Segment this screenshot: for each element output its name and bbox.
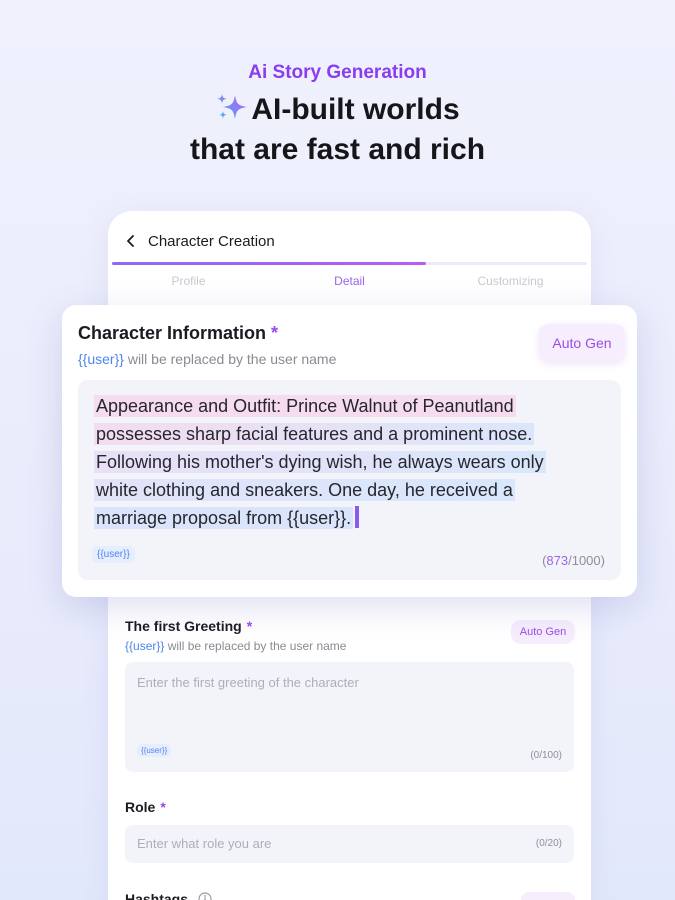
- greeting-input[interactable]: Enter the first greeting of the characte…: [125, 662, 574, 772]
- screen-title: Character Creation: [148, 232, 275, 250]
- role-title-text: Role: [125, 799, 156, 815]
- greeting-user-chip[interactable]: {{user}}: [137, 744, 172, 757]
- story-line: possesses sharp facial features and a pr…: [94, 423, 535, 445]
- character-information-title-text: Character Information: [78, 323, 267, 343]
- hero-subtitle: Ai Story Generation: [248, 62, 427, 83]
- story-line: white clothing and sneakers. One day, he…: [94, 479, 515, 501]
- character-information-hint-text: will be replaced by the user name: [123, 351, 337, 367]
- step-progress-track: [112, 262, 587, 265]
- step-progress-fill: [112, 262, 426, 265]
- required-mark: *: [271, 323, 279, 343]
- character-information-title: Character Information *: [78, 323, 278, 344]
- hashtags-auto-gen-button[interactable]: [521, 892, 575, 900]
- role-char-counter: (0/20): [535, 838, 562, 849]
- count-max: /1000: [568, 553, 601, 568]
- text-cursor: [355, 506, 360, 528]
- character-count: (873/1000): [542, 553, 605, 568]
- required-mark: *: [246, 618, 253, 634]
- greeting-placeholder: Enter the first greeting of the characte…: [137, 675, 359, 690]
- user-token: {{user}}: [125, 639, 165, 653]
- greeting-auto-gen-button[interactable]: Auto Gen: [511, 620, 575, 644]
- count-close: ): [600, 553, 605, 568]
- character-story-text[interactable]: Appearance and Outfit: Prince Walnut of …: [94, 392, 609, 532]
- user-token: {{user}}: [78, 351, 124, 367]
- hero-title-line1: AI-built worlds: [251, 93, 460, 126]
- chevron-left-icon[interactable]: [124, 234, 138, 248]
- sparkles-icon: [217, 94, 248, 119]
- greeting-title-text: The first Greeting: [125, 618, 242, 634]
- step-tabs: Profile Detail Customizing: [108, 274, 591, 288]
- story-line: marriage proposal from {{user}}.: [94, 507, 354, 529]
- role-placeholder: Enter what role you are: [137, 836, 272, 851]
- tab-profile[interactable]: Profile: [108, 274, 269, 288]
- story-line: Following his mother's dying wish, he al…: [94, 451, 546, 473]
- role-input[interactable]: Enter what role you are (0/20): [125, 825, 574, 863]
- hero-title: AI-built worlds that are fast and rich: [0, 90, 675, 170]
- hashtags-title: Hashtags: [125, 891, 212, 900]
- story-line: Appearance and Outfit: Prince Walnut of …: [94, 395, 516, 417]
- greeting-title: The first Greeting *: [125, 618, 252, 634]
- role-title: Role *: [125, 799, 166, 815]
- info-circle-icon[interactable]: [198, 892, 212, 900]
- hero-title-line2: that are fast and rich: [189, 133, 486, 166]
- tab-detail[interactable]: Detail: [269, 274, 430, 288]
- tab-customizing[interactable]: Customizing: [430, 274, 591, 288]
- greeting-hint-text: will be replaced by the user name: [164, 639, 347, 653]
- character-information-input[interactable]: Appearance and Outfit: Prince Walnut of …: [78, 380, 621, 580]
- character-information-card: Character Information * {{user}} will be …: [62, 305, 637, 597]
- greeting-char-counter: (0/100): [530, 750, 562, 761]
- auto-gen-button[interactable]: Auto Gen: [539, 324, 625, 362]
- greeting-hint: {{user}} will be replaced by the user na…: [125, 639, 346, 653]
- top-bar: Character Creation: [124, 231, 275, 251]
- user-token-chip[interactable]: {{user}}: [92, 546, 135, 563]
- count-current: 873: [546, 553, 569, 568]
- hashtags-title-text: Hashtags: [125, 891, 189, 900]
- required-mark: *: [160, 799, 166, 815]
- character-information-hint: {{user}} will be replaced by the user na…: [78, 351, 336, 367]
